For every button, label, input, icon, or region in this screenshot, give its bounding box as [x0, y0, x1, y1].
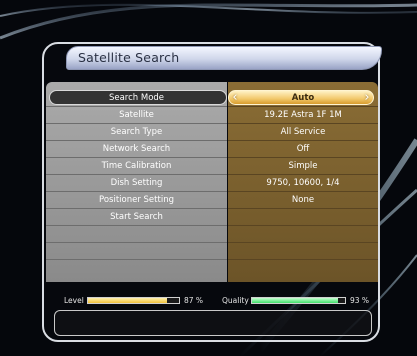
quality-value: 93 % [350, 296, 370, 305]
row-divider [228, 225, 378, 226]
quality-label: Quality [222, 296, 249, 305]
menu-value-time-calibration[interactable]: Simple [232, 158, 374, 174]
menu-item-search-type[interactable]: Search Type [50, 124, 223, 140]
row-divider [46, 259, 227, 260]
menu-value-search-type[interactable]: All Service [232, 124, 374, 140]
menu-value-search-mode[interactable]: Auto [232, 90, 374, 106]
menu-item-network-search[interactable]: Network Search [50, 141, 223, 157]
row-divider [228, 259, 378, 260]
menu-item-search-mode[interactable]: Search Mode [50, 90, 223, 106]
menu-value-positioner-setting[interactable]: None [232, 192, 374, 208]
level-meter [87, 297, 180, 304]
menu-item-time-calibration[interactable]: Time Calibration [50, 158, 223, 174]
info-panel [54, 310, 372, 336]
level-label: Level [64, 296, 84, 305]
level-meter-fill [88, 298, 168, 303]
quality-meter [251, 297, 346, 304]
row-divider [228, 242, 378, 243]
page-title: Satellite Search [78, 50, 180, 65]
level-value: 87 % [184, 296, 204, 305]
row-divider [46, 242, 227, 243]
quality-meter-fill [252, 298, 339, 303]
menu-item-satellite[interactable]: Satellite [50, 107, 223, 123]
menu-value-dish-setting[interactable]: 9750, 10600, 1/4 [232, 175, 374, 191]
menu-item-start-search[interactable]: Start Search [50, 209, 223, 225]
menu-value-start-search [232, 209, 374, 225]
menu-item-dish-setting[interactable]: Dish Setting [50, 175, 223, 191]
row-divider [46, 225, 227, 226]
menu-value-satellite[interactable]: 19.2E Astra 1F 1M [232, 107, 374, 123]
menu-value-network-search[interactable]: Off [232, 141, 374, 157]
menu-item-positioner-setting[interactable]: Positioner Setting [50, 192, 223, 208]
